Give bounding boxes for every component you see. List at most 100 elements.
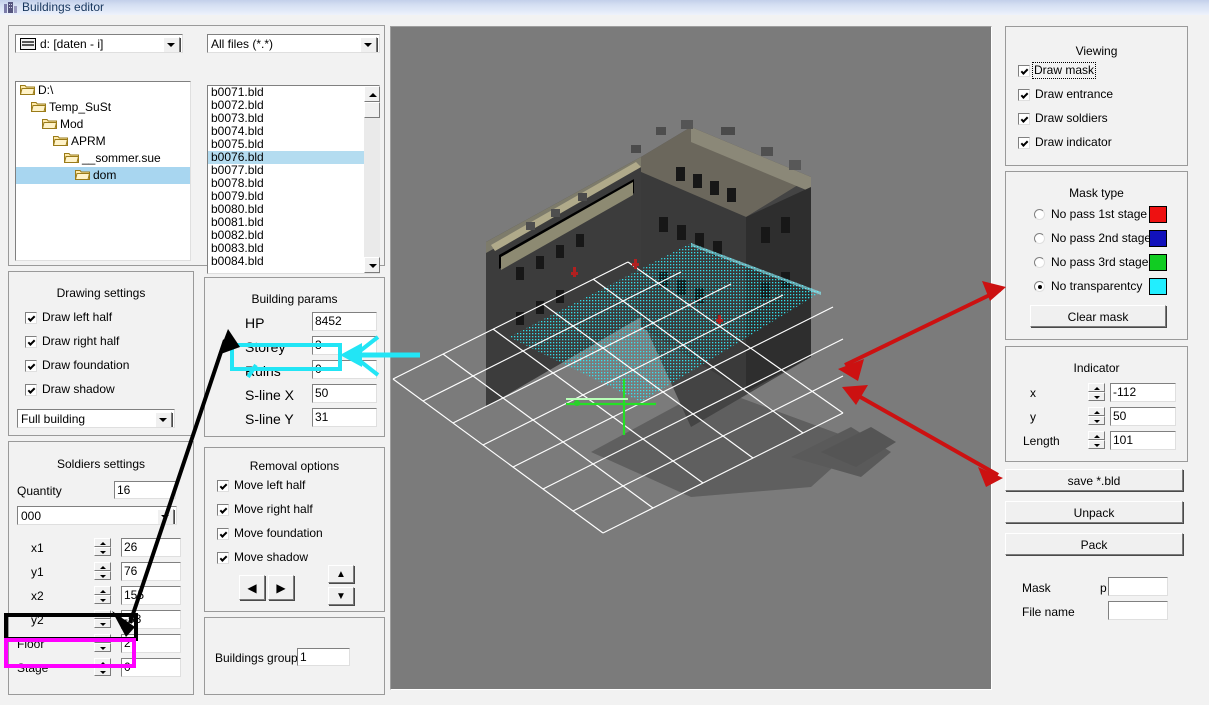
input-length[interactable]: 101 (1110, 431, 1176, 450)
checkbox-draw-right-half[interactable]: Draw right half (25, 334, 175, 349)
checkbox-draw-shadow[interactable]: Draw shadow (25, 382, 175, 397)
chevron-down-icon[interactable] (163, 37, 180, 52)
directory-tree[interactable]: D:\ Temp_SuSt Mod APRM __sommer.sue dom (15, 81, 191, 261)
spinner-x1[interactable] (94, 538, 111, 556)
spinner-up-icon[interactable] (94, 586, 111, 595)
checkbox-indicator[interactable] (217, 480, 229, 492)
input-floor[interactable]: 2 (121, 634, 181, 653)
spinner-down-icon[interactable] (94, 619, 111, 628)
checkbox-indicator[interactable] (25, 360, 37, 372)
chevron-down-icon[interactable] (157, 509, 174, 524)
scroll-up-button[interactable] (364, 86, 380, 102)
filename-input[interactable] (1108, 601, 1168, 620)
spinner-stage[interactable] (94, 658, 111, 676)
mask-input[interactable] (1108, 577, 1168, 596)
spinner-y2[interactable] (94, 610, 111, 628)
checkbox-draw-left-half[interactable]: Draw left half (25, 310, 175, 325)
radio-no-pass-1st-stage[interactable]: No pass 1st stage (1034, 207, 1154, 222)
move-right-button[interactable]: ▶ (268, 575, 294, 600)
bp-input-storey[interactable]: 3 (312, 336, 377, 355)
tree-item[interactable]: D:\ (16, 82, 190, 99)
spinner-floor[interactable] (94, 634, 111, 652)
soldier-group-combo[interactable]: 000 (17, 506, 177, 525)
bp-input-hp[interactable]: 8452 (312, 312, 377, 331)
spinner-down-icon[interactable] (94, 547, 111, 556)
spinner-up-icon[interactable] (94, 658, 111, 667)
filter-combo[interactable]: All files (*.*) (207, 34, 380, 53)
spinner-up-icon[interactable] (94, 634, 111, 643)
spinner-down-icon[interactable] (94, 571, 111, 580)
file-list-scrollbar[interactable] (364, 86, 380, 273)
spinner-up-icon[interactable] (1088, 383, 1105, 392)
tree-item[interactable]: dom (16, 167, 190, 184)
checkbox-move-shadow[interactable]: Move shadow (217, 550, 367, 565)
spinner-length[interactable] (1088, 431, 1105, 449)
input-y1[interactable]: 76 (121, 562, 181, 581)
input-y2[interactable]: -53 (121, 610, 181, 629)
move-left-button[interactable]: ◀ (239, 575, 265, 600)
radio-no-transparentcy[interactable]: No transparentcy (1034, 279, 1154, 294)
spinner-up-icon[interactable] (1088, 407, 1105, 416)
spinner-down-icon[interactable] (94, 643, 111, 652)
file-list[interactable]: b0071.bld b0072.bld b0073.bld b0074.bld b007… (207, 85, 380, 274)
spinner-y[interactable] (1088, 407, 1105, 425)
building-mode-combo[interactable]: Full building (17, 409, 175, 428)
spinner-down-icon[interactable] (94, 667, 111, 676)
spinner-x2[interactable] (94, 586, 111, 604)
spinner-down-icon[interactable] (94, 595, 111, 604)
tree-item[interactable]: __sommer.sue (16, 150, 190, 167)
buildings-group-input[interactable]: 1 (297, 648, 350, 666)
drive-combo[interactable]: d: [daten - i] (15, 34, 183, 53)
checkbox-indicator[interactable] (25, 312, 37, 324)
input-x1[interactable]: 26 (121, 538, 181, 557)
input-x2[interactable]: 155 (121, 586, 181, 605)
checkbox-indicator[interactable] (217, 504, 229, 516)
radio-indicator[interactable] (1034, 281, 1045, 292)
checkbox-indicator[interactable] (217, 528, 229, 540)
building-viewport[interactable] (390, 26, 992, 690)
chevron-down-icon[interactable] (155, 412, 172, 427)
scrollbar-thumb[interactable] (364, 102, 380, 118)
bp-input-ruins[interactable]: 0 (312, 360, 377, 379)
spinner-up-icon[interactable] (94, 538, 111, 547)
radio-indicator[interactable] (1034, 233, 1045, 244)
checkbox-draw-mask[interactable]: Draw mask (1018, 62, 1173, 79)
input-stage[interactable]: 0 (121, 658, 181, 677)
chevron-down-icon[interactable] (360, 37, 377, 52)
unpack-button[interactable]: Unpack (1005, 501, 1183, 523)
tree-item[interactable]: Temp_SuSt (16, 99, 190, 116)
checkbox-draw-entrance[interactable]: Draw entrance (1018, 87, 1173, 102)
checkbox-draw-soldiers[interactable]: Draw soldiers (1018, 111, 1173, 126)
save-bld-button[interactable]: save *.bld (1005, 469, 1183, 491)
spinner-up-icon[interactable] (1088, 431, 1105, 440)
pack-button[interactable]: Pack (1005, 533, 1183, 555)
spinner-y1[interactable] (94, 562, 111, 580)
spinner-up-icon[interactable] (94, 610, 111, 619)
spinner-down-icon[interactable] (1088, 416, 1105, 425)
checkbox-draw-indicator[interactable]: Draw indicator (1018, 135, 1173, 150)
checkbox-indicator[interactable] (217, 552, 229, 564)
spinner-down-icon[interactable] (1088, 440, 1105, 449)
checkbox-move-left-half[interactable]: Move left half (217, 478, 367, 493)
radio-indicator[interactable] (1034, 209, 1045, 220)
input-y[interactable]: 50 (1110, 407, 1176, 426)
checkbox-move-foundation[interactable]: Move foundation (217, 526, 367, 541)
checkbox-draw-foundation[interactable]: Draw foundation (25, 358, 175, 373)
move-up-button[interactable]: ▲ (328, 565, 354, 583)
checkbox-move-right-half[interactable]: Move right half (217, 502, 367, 517)
spinner-x[interactable] (1088, 383, 1105, 401)
bp-input-s-line-x[interactable]: 50 (312, 384, 377, 403)
move-down-button[interactable]: ▼ (328, 587, 354, 605)
radio-no-pass-2nd-stage[interactable]: No pass 2nd stage (1034, 231, 1154, 246)
checkbox-indicator[interactable] (25, 384, 37, 396)
radio-no-pass-3rd-stage[interactable]: No pass 3rd stage (1034, 255, 1154, 270)
bp-input-s-line-y[interactable]: 31 (312, 408, 377, 427)
clear-mask-button[interactable]: Clear mask (1030, 305, 1166, 327)
scroll-down-button[interactable] (364, 257, 380, 273)
tree-item[interactable]: APRM (16, 133, 190, 150)
tree-item[interactable]: Mod (16, 116, 190, 133)
checkbox-indicator[interactable] (1018, 65, 1030, 77)
radio-indicator[interactable] (1034, 257, 1045, 268)
checkbox-indicator[interactable] (25, 336, 37, 348)
file-list-item[interactable]: b0084.bld (208, 255, 379, 268)
